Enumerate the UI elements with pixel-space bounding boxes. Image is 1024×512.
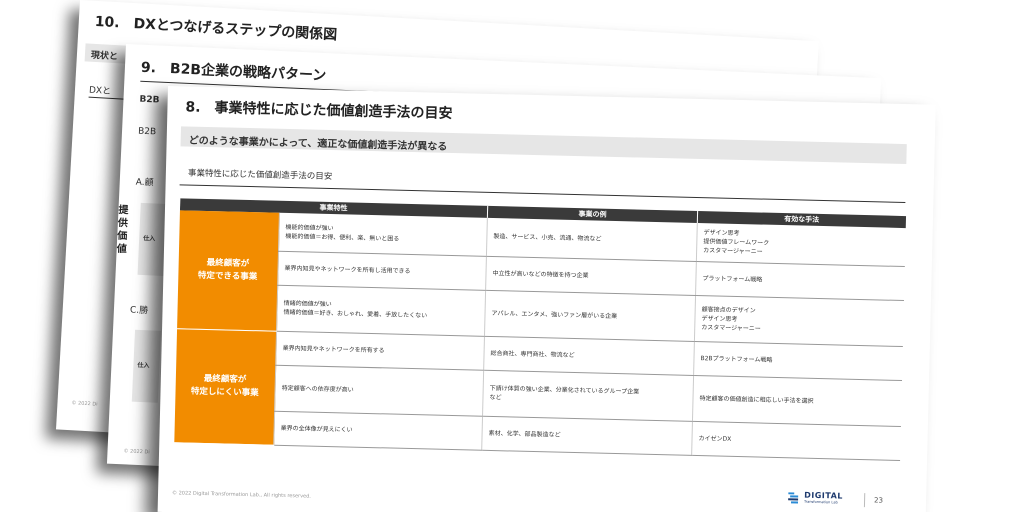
section-label: A.顧 bbox=[135, 177, 154, 189]
page-number: 23 bbox=[873, 496, 884, 505]
example-cell: アパレル、エンタメ、強いファン層がいる企業 bbox=[484, 289, 696, 341]
slide-front: 8. 事業特性に応じた価値創造手法の目安 どのような事業かによって、適正な価値創… bbox=[157, 86, 936, 512]
cell-text: 製造、サービス、小売、流通、物流など bbox=[493, 233, 602, 243]
cell-text: アパレル、エンタメ、強いファン層がいる企業 bbox=[491, 309, 618, 320]
trait-cell: 特定顧客への依存度が高い bbox=[274, 364, 484, 416]
vertical-label: 提供価値 bbox=[116, 204, 129, 256]
trait-cell: 情緒的価値が強い 情緒的価値＝好き、おしゃれ、愛着、手放したくない bbox=[276, 284, 486, 336]
method-cell: プラットフォーム戦略 bbox=[695, 260, 905, 301]
section-label: B2B bbox=[137, 126, 157, 138]
method-table: 事業特性 事業の例 有効な手法 最終顧客が 特定できる事業 機能的価値が強い 機能的価… bbox=[173, 198, 906, 460]
slide-title: 9. B2B企業の戦略パターン bbox=[140, 59, 327, 85]
method-cell: 特定顧客の価値創造に相応しい手法を選択 bbox=[692, 374, 902, 426]
trait-cell: 業界内知見やネットワークを所有する bbox=[275, 330, 485, 370]
slide-title: 8. 事業特性に応じた価値創造手法の目安 bbox=[185, 99, 453, 122]
method-cell: カイゼンDX bbox=[691, 420, 901, 460]
example-cell: 素材、化学、部品製造など bbox=[481, 415, 693, 455]
section-title: 事業特性に応じた価値創造手法の目安 bbox=[187, 168, 333, 183]
trait-cell: 機能的価値が強い 機能的価値＝お得、便利、楽、無いと困る bbox=[278, 212, 488, 256]
cell-text: B2Bプラットフォーム戦略 bbox=[700, 354, 773, 364]
example-cell: 製造、サービス、小売、流通、物流など bbox=[486, 217, 698, 261]
copyright: © 2022 Digital Transformation Lab., All … bbox=[171, 490, 311, 500]
grey-box: 仕入 bbox=[131, 329, 162, 403]
cell-text: 業界の全体像が見えにくい bbox=[280, 424, 353, 434]
grey-box: 仕入 bbox=[137, 202, 167, 276]
example-cell: 総合商社、専門商社、物流など bbox=[483, 335, 695, 375]
cell-text: カイゼンDX bbox=[698, 434, 732, 443]
example-cell: 下請け体質の強い企業、分業化されているグループ企業 など bbox=[482, 369, 694, 421]
cell-text: 業界内知見やネットワークを所有し活用できる bbox=[284, 264, 411, 275]
copyright: © 2022 Di bbox=[123, 448, 150, 456]
cell-text: 特定顧客への依存度が高い bbox=[281, 384, 354, 394]
cell-text: プラットフォーム戦略 bbox=[702, 274, 763, 284]
logo-subtext: Transformation Lab bbox=[803, 499, 838, 505]
cell-text: 特定顧客の価値創造に相応しい手法を選択 bbox=[699, 394, 814, 405]
cell-text: 素材、化学、部品製造など bbox=[488, 429, 561, 439]
method-cell: B2Bプラットフォーム戦略 bbox=[693, 340, 903, 381]
copyright: © 2022 Di bbox=[71, 400, 98, 408]
section-label: C.勝 bbox=[129, 305, 149, 317]
footer-divider bbox=[863, 493, 866, 508]
box-label: 仕入 bbox=[137, 361, 150, 370]
cell-text: 総合商社、専門商社、物流など bbox=[490, 349, 575, 359]
slide-title: 10. DXとつなげるステップの関係図 bbox=[94, 13, 338, 44]
group-label: 最終顧客が 特定できる事業 bbox=[176, 210, 280, 331]
logo-mark-icon bbox=[788, 492, 799, 504]
trait-cell: 業界の全体像が見えにくい bbox=[273, 410, 483, 450]
subtitle-text: 現状と bbox=[90, 50, 119, 63]
cell-text: 業界内知見やネットワークを所有する bbox=[282, 344, 385, 354]
example-cell: 中立性が高いなどの特徴を持つ企業 bbox=[485, 255, 697, 295]
trait-cell: 業界内知見やネットワークを所有し活用できる bbox=[277, 250, 487, 290]
box-label: 仕入 bbox=[143, 234, 156, 243]
method-cell: 顧客接点のデザイン デザイン思考 カスタマージャーニー bbox=[694, 294, 904, 347]
section-label: B2B bbox=[139, 94, 160, 106]
cell-text: 中立性が高いなどの特徴を持つ企業 bbox=[492, 269, 589, 279]
method-cell: デザイン思考 提供価値フレームワーク カスタマージャーニー bbox=[696, 222, 906, 267]
company-logo: DIGITAL Transformation Lab bbox=[788, 489, 858, 509]
group-label: 最終顧客が 特定しにくい事業 bbox=[173, 328, 277, 445]
section-title: DXと bbox=[88, 85, 112, 97]
